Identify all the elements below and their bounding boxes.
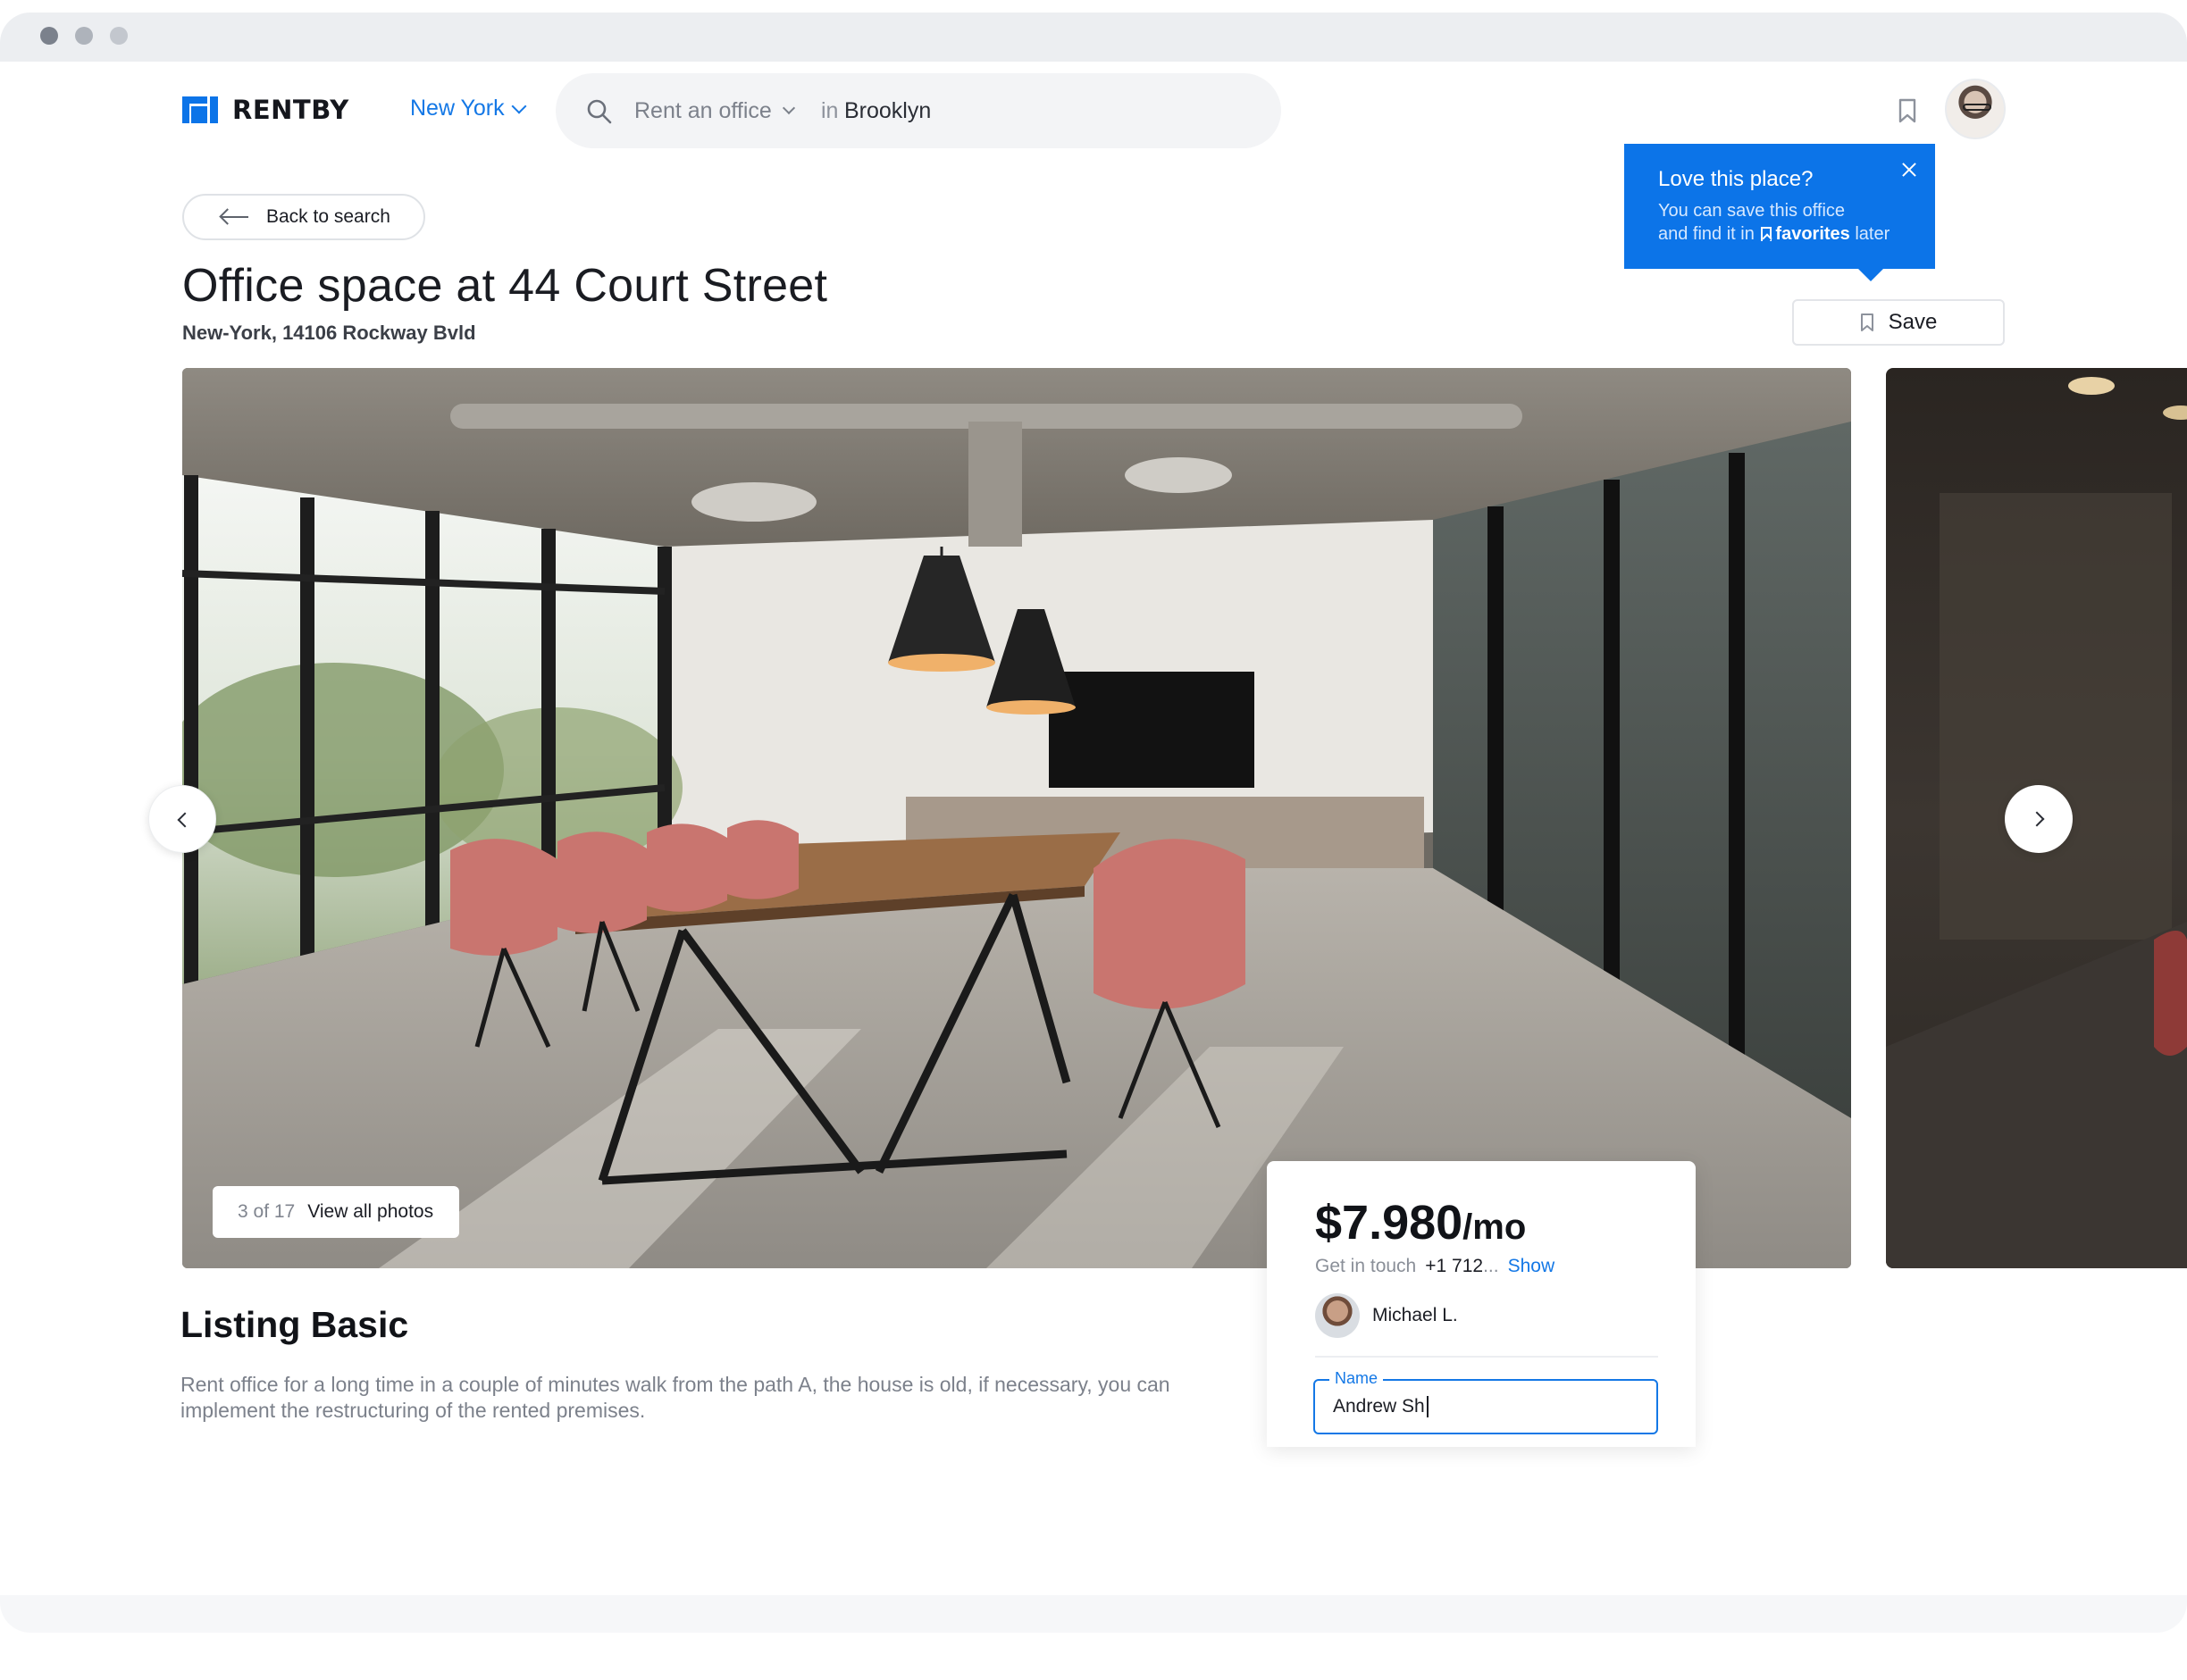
bookmark-icon <box>1761 227 1772 241</box>
page-title: Office space at 44 Court Street <box>182 260 828 312</box>
tooltip-body: You can save this office and find it in … <box>1658 199 1914 246</box>
tooltip-line-2-suffix: later <box>1855 224 1890 244</box>
divider <box>1315 1356 1658 1358</box>
property-type-label: Rent an office <box>634 97 772 123</box>
back-to-search-button[interactable]: Back to search <box>182 194 425 240</box>
bookmark-icon[interactable] <box>1898 98 1917 123</box>
window-maximize-dot[interactable] <box>110 27 128 45</box>
chevron-down-icon <box>511 98 527 113</box>
property-type-dropdown[interactable]: Rent an office <box>634 97 795 124</box>
gallery-prev-button[interactable] <box>148 785 216 853</box>
browser-bottom-edge <box>0 1595 2187 1633</box>
brand-logo[interactable]: RENTBY <box>182 95 349 125</box>
chevron-down-icon <box>782 101 795 115</box>
tooltip-favorites: favorites <box>1775 224 1850 244</box>
browser-titlebar <box>0 13 2187 62</box>
agent-avatar <box>1315 1293 1360 1338</box>
close-icon[interactable] <box>1899 160 1919 180</box>
contact-label: Get in touch <box>1315 1256 1417 1276</box>
avatar-glasses <box>1963 104 1991 111</box>
tooltip-line-2-prefix: and find it in <box>1658 224 1755 244</box>
location-prefix: in <box>821 97 839 123</box>
agent-name: Michael L. <box>1372 1305 1458 1325</box>
name-input-label: Name <box>1329 1369 1384 1388</box>
tooltip-title: Love this place? <box>1658 167 1814 191</box>
chevron-left-icon <box>177 812 193 828</box>
name-input-value[interactable]: Andrew Sh <box>1333 1396 1429 1417</box>
tooltip-line-2: and find it in favorites later <box>1658 222 1914 246</box>
bookmark-icon <box>1860 313 1873 331</box>
tooltip-line-1: You can save this office <box>1658 201 1846 221</box>
window-minimize-dot[interactable] <box>75 27 93 45</box>
logo-icon <box>182 96 218 123</box>
view-all-photos-label: View all photos <box>307 1201 434 1222</box>
agent-info: Michael L. <box>1315 1293 1458 1338</box>
city-label: New York <box>410 96 505 121</box>
save-button[interactable]: Save <box>1792 299 2005 346</box>
listing-basic-heading: Listing Basic <box>180 1304 409 1345</box>
save-button-label: Save <box>1888 310 1938 334</box>
listing-description: Rent office for a long time in a couple … <box>180 1373 1170 1422</box>
gallery-main-photo[interactable] <box>182 368 1851 1268</box>
window-close-dot[interactable] <box>40 27 58 45</box>
gallery-next-button[interactable] <box>2005 785 2073 853</box>
price: $7.980/mo <box>1315 1195 1526 1250</box>
contact-row: Get in touch +1 712... Show <box>1315 1256 1554 1277</box>
brand-name: RENTBY <box>232 95 349 125</box>
city-selector[interactable]: New York <box>410 96 527 121</box>
phone-ellipsis: ... <box>1483 1256 1499 1276</box>
price-period: /mo <box>1462 1208 1527 1247</box>
back-button-label: Back to search <box>266 206 390 227</box>
photo-counter: 3 of 17 <box>238 1201 296 1222</box>
price-amount: $7.980 <box>1315 1196 1463 1250</box>
search-bar[interactable]: Rent an office in Brooklyn <box>556 73 1281 148</box>
contact-phone: +1 712... <box>1425 1256 1498 1277</box>
listing-address: New-York, 14106 Rockway Bvld <box>182 322 476 344</box>
chevron-right-icon <box>2029 811 2045 827</box>
view-all-photos-button[interactable]: 3 of 17 View all photos <box>213 1186 459 1238</box>
user-avatar[interactable] <box>1945 79 2006 139</box>
arrow-left-icon <box>222 216 248 218</box>
location-input[interactable]: Brooklyn <box>844 98 931 124</box>
phone-number: +1 712 <box>1425 1256 1484 1276</box>
price-card: $7.980/mo Get in touch +1 712... Show Mi… <box>1267 1161 1696 1447</box>
save-hint-tooltip: Love this place? You can save this offic… <box>1624 144 1935 281</box>
office-photo <box>182 368 1851 1268</box>
name-input[interactable]: Name Andrew Sh <box>1313 1369 1658 1434</box>
search-icon <box>587 99 612 124</box>
show-phone-link[interactable]: Show <box>1508 1256 1555 1277</box>
